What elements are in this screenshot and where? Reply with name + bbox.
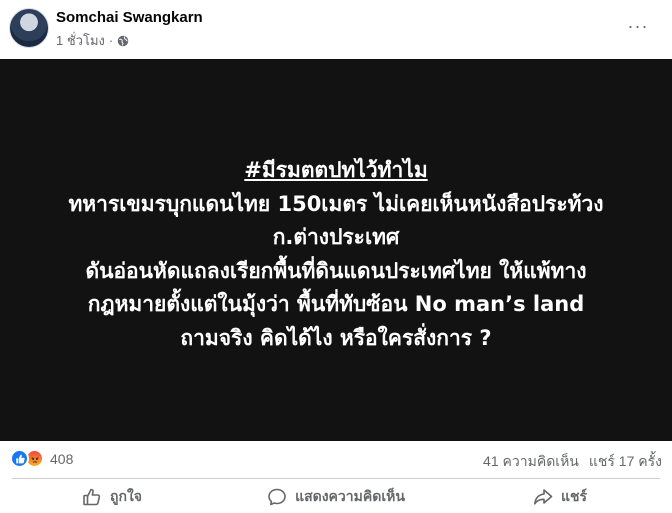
comment-button-label: แสดงความคิดเห็น xyxy=(295,487,405,504)
like-button-label: ถูกใจ xyxy=(110,487,142,504)
post-timestamp[interactable]: 1 ชั่วโมง xyxy=(56,30,105,51)
reactions-summary[interactable]: 408 xyxy=(10,449,73,468)
image-text-line: ดันอ่อนหัดแถลงเรียกพื้นที่ดินแดนประเทศไท… xyxy=(85,258,587,283)
share-button[interactable]: แชร์ xyxy=(448,480,672,513)
author-avatar[interactable] xyxy=(9,8,49,48)
comment-count-link[interactable]: 41 ความคิดเห็น xyxy=(483,451,579,473)
post-image[interactable]: #มีรมตตปทไว้ทำไม ทหารเขมรบุกแดนไทย 150เม… xyxy=(0,59,672,441)
share-icon xyxy=(533,487,553,507)
share-button-label: แชร์ xyxy=(560,487,588,504)
thumbs-up-icon xyxy=(82,487,102,507)
image-text-line: ทหารเขมรบุกแดนไทย 150เมตร ไม่เคยเห็นหนัง… xyxy=(68,191,604,216)
comment-button[interactable]: แสดงความคิดเห็น xyxy=(224,480,448,513)
meta-separator: · xyxy=(108,33,114,48)
image-text-line: ก.ต่างประเทศ xyxy=(272,225,400,249)
facebook-post: Somchai Swangkarn 1 ชั่วโมง · ··· #มีรมต… xyxy=(0,0,672,513)
image-hashtag: #มีรมตตปทไว้ทำไม xyxy=(244,158,428,182)
like-reaction-icon xyxy=(10,449,29,468)
engagement-counts: 41 ความคิดเห็น แชร์ 17 ครั้ง xyxy=(483,451,662,473)
post-header: Somchai Swangkarn 1 ชั่วโมง · ··· xyxy=(0,0,672,58)
actions-divider xyxy=(12,478,660,479)
globe-icon[interactable] xyxy=(117,35,129,47)
image-text-line: ถามจริง คิดได้ไง หรือใครสั่งการ ? xyxy=(180,325,492,350)
image-text-block: #มีรมตตปทไว้ทำไม ทหารเขมรบุกแดนไทย 150เม… xyxy=(0,154,672,355)
like-button[interactable]: ถูกใจ xyxy=(0,480,224,513)
post-actions: ถูกใจ แสดงความคิดเห็น แชร์ xyxy=(0,480,672,513)
post-stats: 408 41 ความคิดเห็น แชร์ 17 ครั้ง xyxy=(0,444,672,476)
share-count-link[interactable]: แชร์ 17 ครั้ง xyxy=(589,451,662,473)
more-options-button[interactable]: ··· xyxy=(624,14,652,38)
comment-icon xyxy=(267,487,287,507)
post-meta: 1 ชั่วโมง · xyxy=(56,30,129,51)
reaction-count: 408 xyxy=(50,450,74,467)
author-name[interactable]: Somchai Swangkarn xyxy=(56,9,203,26)
image-text-line: กฎหมายตั้งแต่ในมุ้งว่า พื้นที่ทับซ้อน No… xyxy=(87,292,585,316)
